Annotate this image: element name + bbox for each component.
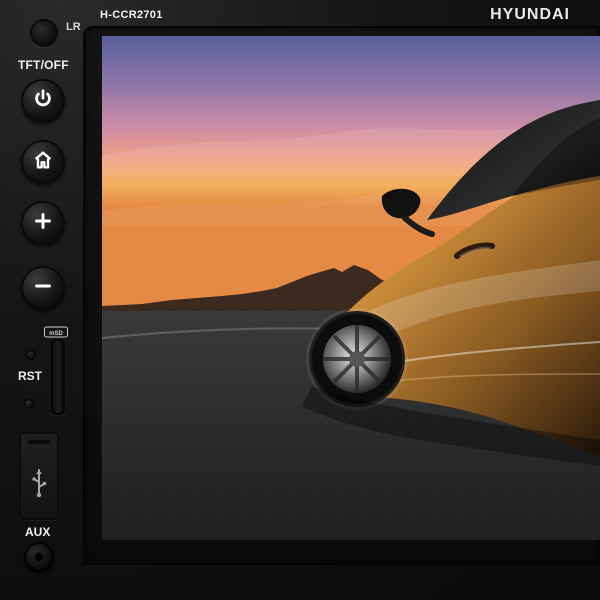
screen-image xyxy=(102,36,600,540)
plus-icon xyxy=(32,210,54,237)
ir-sensor xyxy=(30,19,58,47)
car-head-unit: H-CCR2701 HYUNDAI LR TFT/OFF mSD RST AUX xyxy=(0,0,600,600)
reset-hole-bottom[interactable] xyxy=(24,399,34,409)
power-button[interactable] xyxy=(21,79,65,123)
microsd-icon: mSD xyxy=(44,325,68,338)
usb-icon xyxy=(29,468,49,498)
tft-off-label: TFT/OFF xyxy=(18,58,69,72)
usb-port[interactable] xyxy=(19,432,59,520)
rst-label: RST xyxy=(18,369,42,383)
reset-hole-top[interactable] xyxy=(26,350,36,360)
home-button[interactable] xyxy=(21,140,65,184)
model-label: H-CCR2701 xyxy=(100,9,163,21)
volume-up-button[interactable] xyxy=(21,201,65,245)
volume-down-button[interactable] xyxy=(21,266,65,310)
ir-mark-label: LR xyxy=(66,21,81,33)
aux-label: AUX xyxy=(25,525,51,539)
display-screen[interactable] xyxy=(102,36,600,540)
brand-logo: HYUNDAI xyxy=(490,6,570,23)
usb-port-opening xyxy=(28,440,50,444)
power-icon xyxy=(32,88,54,115)
svg-text:mSD: mSD xyxy=(49,331,63,337)
minus-icon xyxy=(32,275,54,302)
aux-jack[interactable] xyxy=(24,542,54,572)
microsd-slot[interactable] xyxy=(51,339,65,415)
home-icon xyxy=(32,149,54,176)
